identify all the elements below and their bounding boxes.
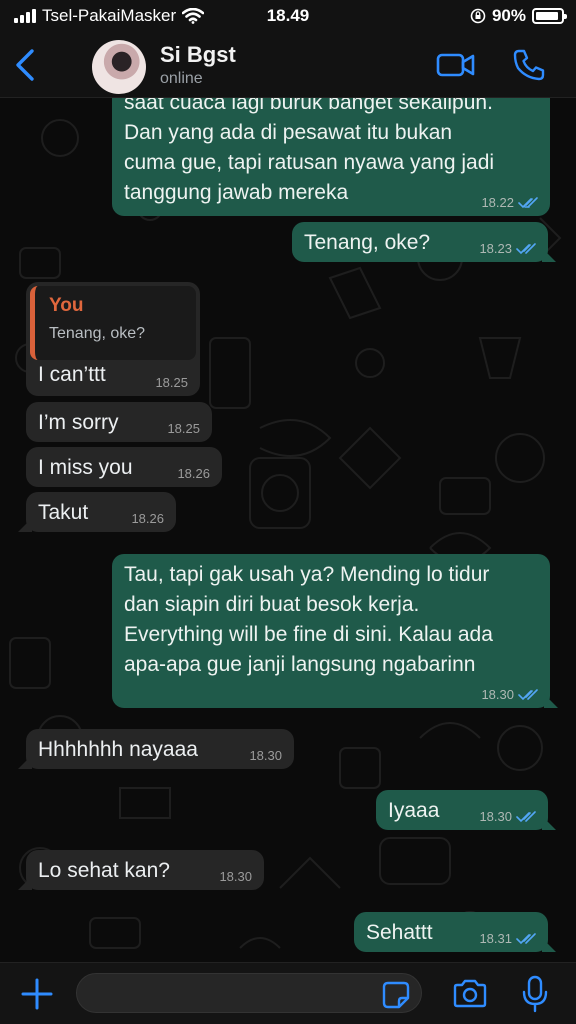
message-time: 18.25 [155,375,188,390]
message-text: Everything will be fine di sini. Kalau a… [124,623,493,646]
message-time: 18.30 [219,869,252,884]
double-check-icon [516,243,536,255]
message-time: 18.26 [131,511,164,526]
contact-status: online [160,70,203,87]
message-text: cuma gue, tapi ratusan nyawa yang jadi [124,151,495,174]
message-time: 18.31 [479,931,512,946]
message-incoming[interactable]: Lo sehat kan? 18.30 [18,850,264,890]
message-text: apa-apa gue janji langsung ngabarinn [124,653,476,676]
message-incoming[interactable]: Hhhhhhh nayaaa 18.30 [18,729,294,769]
quoted-message[interactable]: You Tenang, oke? [30,286,196,360]
message-meta: 18.25 [167,422,200,436]
message-outgoing[interactable]: Tau, tapi gak usah ya? Mending lo tidur … [112,554,558,708]
message-list[interactable]: saat cuaca lagi buruk banget sekalipun. … [0,98,576,962]
message-time: 18.25 [167,421,200,436]
battery-icon [532,8,567,24]
battery-percent: 90% [491,6,526,25]
status-bar: Tsel-PakaiMasker 18.49 90% [0,0,576,34]
message-input[interactable] [76,973,422,1013]
message-meta: 18.22 [481,196,538,210]
message-time: 18.30 [249,748,282,763]
message-meta: 18.25 [155,376,188,390]
message-text: I can’ttt [38,363,106,386]
message-outgoing[interactable]: Tenang, oke? 18.23 [292,222,556,262]
message-meta: 18.23 [479,242,536,256]
message-incoming[interactable]: You Tenang, oke? I can’ttt 18.25 [26,282,200,396]
avatar[interactable] [92,40,146,94]
message-text: dan siapin diri buat besok kerja. [124,593,420,616]
status-right: 90% [470,6,567,26]
video-camera-icon[interactable] [436,50,476,80]
message-meta: 18.30 [481,688,538,702]
message-outgoing[interactable]: saat cuaca lagi buruk banget sekalipun. … [112,98,550,216]
microphone-icon[interactable] [522,975,548,1013]
message-incoming[interactable]: Takut 18.26 [18,492,176,532]
message-text: Dan yang ada di pesawat itu bukan [124,121,453,144]
double-check-icon [516,933,536,945]
message-meta: 18.26 [131,512,164,526]
message-outgoing[interactable]: Iyaaa 18.30 [376,790,556,830]
message-meta: 18.30 [479,810,536,824]
chat-header: Si Bgst online [0,34,576,98]
message-meta: 18.26 [177,467,210,481]
chevron-left-icon[interactable] [12,48,38,82]
quote-author: You [49,295,84,316]
message-text: saat cuaca lagi buruk banget sekalipun. [124,98,493,114]
sticker-icon[interactable] [382,981,410,1009]
message-time: 18.23 [479,241,512,256]
message-time: 18.26 [177,466,210,481]
quote-text: Tenang, oke? [49,325,146,342]
message-time: 18.30 [481,687,514,702]
message-time: 18.22 [481,195,514,210]
message-text: tanggung jawab mereka [124,181,349,204]
composer-bar [0,962,576,1024]
double-check-icon [518,689,538,701]
phone-icon[interactable] [512,48,546,82]
double-check-icon [518,197,538,209]
message-meta: 18.30 [219,870,252,884]
double-check-icon [516,811,536,823]
contact-name[interactable]: Si Bgst [160,42,236,68]
message-incoming[interactable]: I’m sorry 18.25 [26,402,212,442]
message-meta: 18.31 [479,932,536,946]
message-incoming[interactable]: I miss you 18.26 [26,447,222,487]
camera-icon[interactable] [452,979,488,1009]
rotation-lock-icon [470,8,486,24]
message-time: 18.30 [479,809,512,824]
message-outgoing[interactable]: Sehattt 18.31 [354,912,556,952]
plus-icon[interactable] [20,977,54,1011]
message-text: Tau, tapi gak usah ya? Mending lo tidur [124,563,490,586]
message-text: Hhhhhhh nayaaa [38,738,198,761]
message-meta: 18.30 [249,749,282,763]
